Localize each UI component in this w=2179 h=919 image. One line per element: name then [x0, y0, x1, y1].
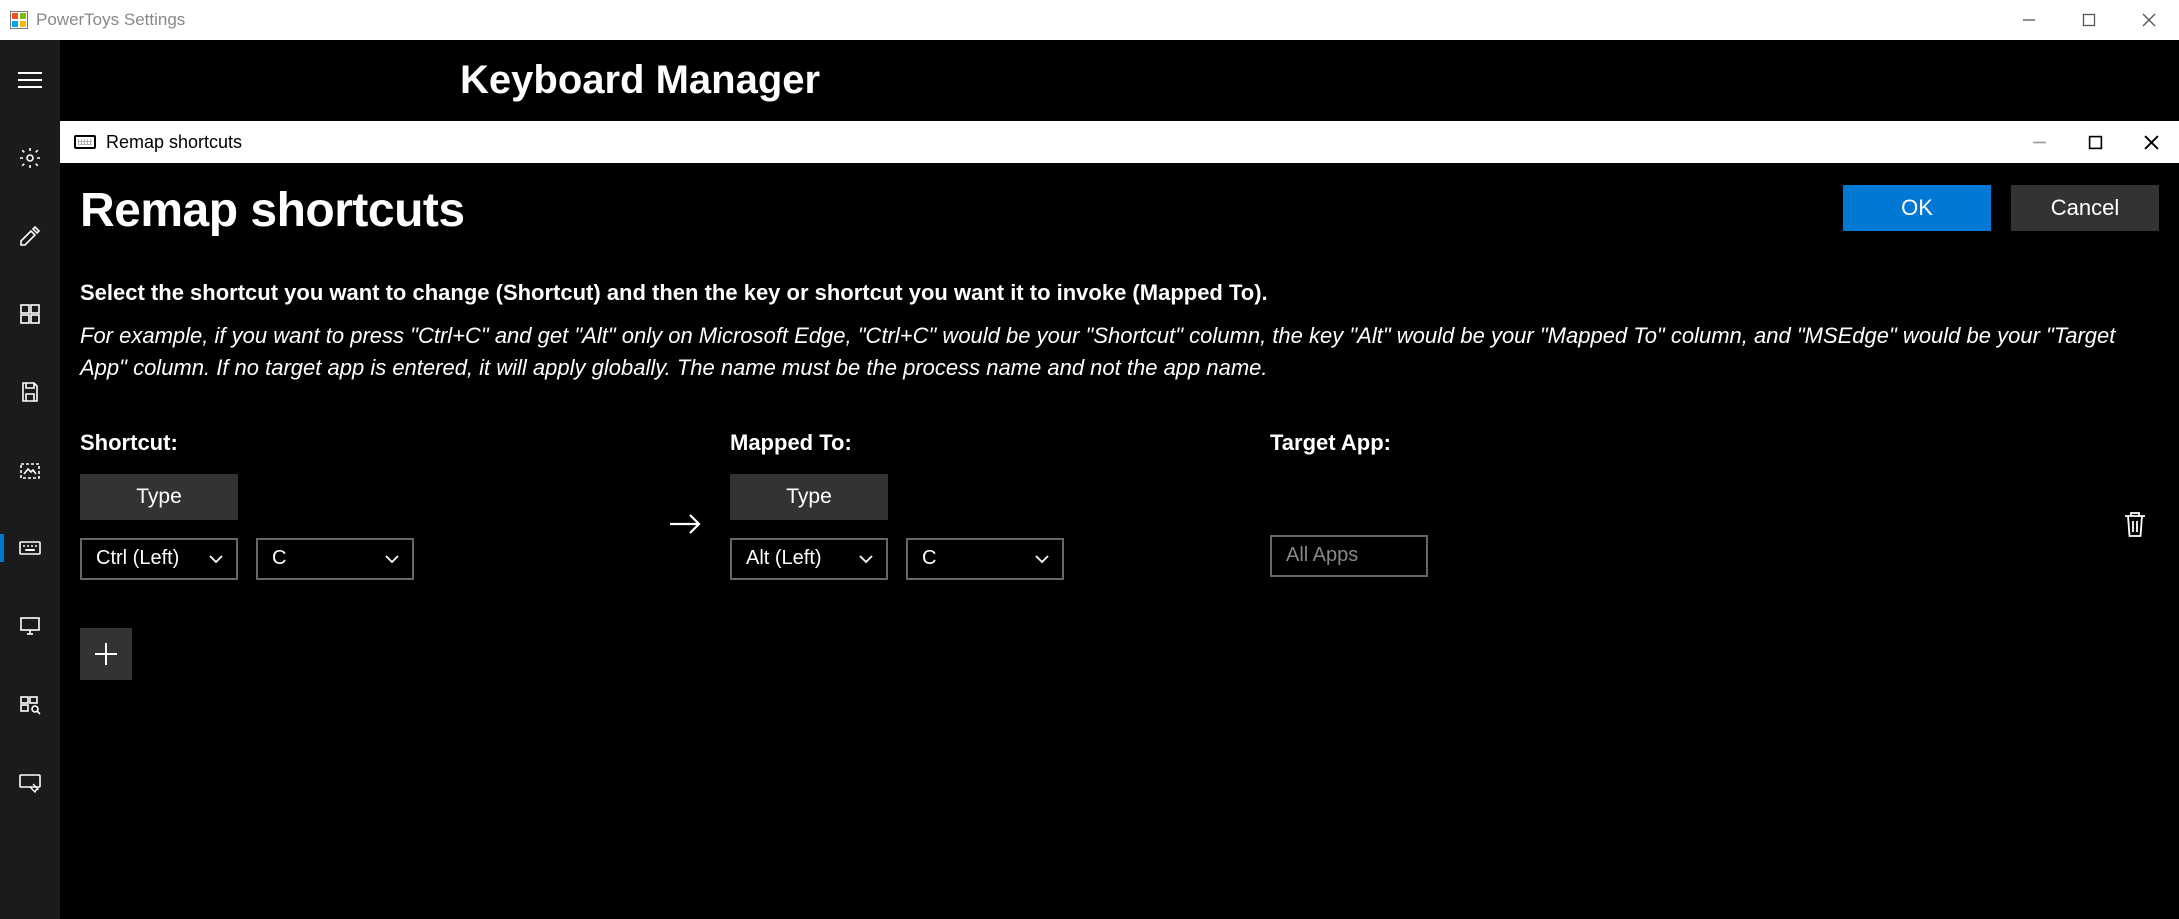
shortcut-key2-value: C	[272, 547, 286, 570]
sidebar-hamburger[interactable]	[0, 60, 60, 100]
sidebar-item-power-rename[interactable]	[0, 606, 60, 646]
outer-window-titlebar: PowerToys Settings	[0, 0, 2179, 40]
hamburger-icon	[18, 72, 42, 88]
sidebar-item-image-resizer[interactable]	[0, 450, 60, 490]
chevron-down-icon	[858, 551, 874, 567]
shortcut-key1-select[interactable]: Ctrl (Left)	[80, 538, 238, 580]
windows-search-icon	[18, 692, 42, 716]
page-title: Keyboard Manager	[60, 40, 2179, 121]
grid-icon	[18, 302, 42, 326]
column-header-mapped: Mapped To:	[730, 430, 1270, 456]
outer-maximize-button[interactable]	[2059, 0, 2119, 40]
delete-row-button[interactable]	[2121, 509, 2149, 544]
outer-window-title-text: PowerToys Settings	[36, 10, 185, 30]
eyedropper-icon	[18, 224, 42, 248]
remap-row: Type Ctrl (Left) C	[80, 474, 2159, 580]
outer-close-button[interactable]	[2119, 0, 2179, 40]
dialog-maximize-button[interactable]	[2067, 121, 2123, 163]
cancel-button[interactable]: Cancel	[2011, 185, 2159, 231]
plus-icon	[93, 641, 119, 667]
dialog-titlebar-text: Remap shortcuts	[106, 132, 242, 153]
outer-window-controls	[1999, 0, 2179, 40]
arrow-right-icon	[668, 510, 702, 543]
column-header-target: Target App:	[1270, 430, 2159, 456]
dialog-description: Select the shortcut you want to change (…	[80, 280, 2159, 306]
target-app-input[interactable]	[1270, 535, 1428, 577]
image-resize-icon	[18, 458, 42, 482]
dialog-minimize-button[interactable]	[2011, 121, 2067, 163]
outer-minimize-button[interactable]	[1999, 0, 2059, 40]
powertoys-logo-icon	[10, 11, 28, 29]
ok-button[interactable]: OK	[1843, 185, 1991, 231]
chevron-down-icon	[384, 551, 400, 567]
add-row-button[interactable]	[80, 628, 132, 680]
dialog-close-button[interactable]	[2123, 121, 2179, 163]
mapped-type-button[interactable]: Type	[730, 474, 888, 520]
sidebar	[0, 40, 60, 919]
sidebar-item-general[interactable]	[0, 138, 60, 178]
column-header-shortcut: Shortcut:	[80, 430, 730, 456]
sidebar-item-shortcut-guide[interactable]	[0, 762, 60, 802]
outer-window-title: PowerToys Settings	[10, 10, 185, 30]
shortcut-type-button[interactable]: Type	[80, 474, 238, 520]
sidebar-item-color-picker[interactable]	[0, 216, 60, 256]
sidebar-item-run[interactable]	[0, 684, 60, 724]
gear-icon	[18, 146, 42, 170]
sidebar-item-fancyzones[interactable]	[0, 294, 60, 334]
main-content: Keyboard Manager Remap shortcuts	[60, 40, 2179, 919]
monitor-icon	[18, 614, 42, 638]
chevron-down-icon	[208, 551, 224, 567]
mapped-key2-select[interactable]: C	[906, 538, 1064, 580]
mapped-key1-value: Alt (Left)	[746, 547, 822, 570]
keyboard-cursor-icon	[18, 770, 42, 794]
dialog-example-text: For example, if you want to press "Ctrl+…	[80, 320, 2159, 384]
save-icon	[18, 380, 42, 404]
dialog-heading: Remap shortcuts	[80, 183, 465, 238]
shortcut-key1-value: Ctrl (Left)	[96, 547, 179, 570]
keyboard-small-icon	[74, 135, 96, 149]
mapped-key2-value: C	[922, 547, 936, 570]
shortcut-key2-select[interactable]: C	[256, 538, 414, 580]
sidebar-item-file-explorer[interactable]	[0, 372, 60, 412]
chevron-down-icon	[1034, 551, 1050, 567]
remap-shortcuts-dialog: Remap shortcuts Remap shortcuts	[60, 121, 2179, 700]
dialog-titlebar: Remap shortcuts	[60, 121, 2179, 163]
sidebar-item-keyboard-manager[interactable]	[0, 528, 60, 568]
mapped-key1-select[interactable]: Alt (Left)	[730, 538, 888, 580]
keyboard-icon	[18, 536, 42, 560]
